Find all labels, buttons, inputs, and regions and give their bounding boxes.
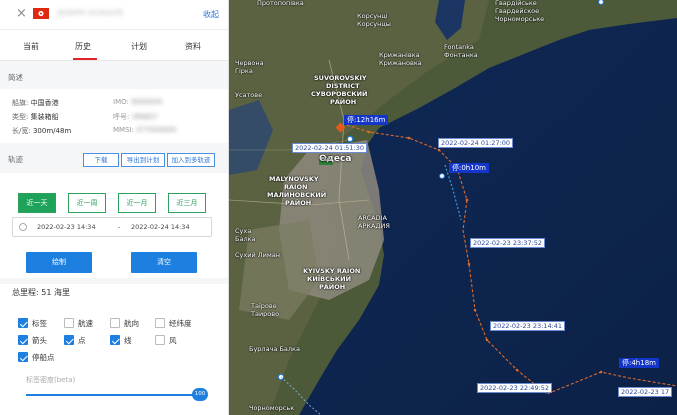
start-date: 2022-02-23 14:34 <box>37 223 96 231</box>
road-e95-label: E95 <box>321 157 332 163</box>
section-divider <box>0 278 228 284</box>
app-root: × JOSEPH SCHULTE 收起 当前 历史 计划 资料 简述 船旗: 中… <box>0 0 677 415</box>
track-time-label: 2022-02-24 01:27:00 <box>438 138 514 148</box>
date-dash: - <box>118 223 121 231</box>
tab-profile[interactable]: 资料 <box>185 41 201 52</box>
tab-current[interactable]: 当前 <box>23 41 39 52</box>
date-range-input[interactable]: 2022-02-23 14:34 - 2022-02-24 14:34 <box>12 217 212 237</box>
speed-checkbox[interactable] <box>64 318 74 328</box>
track-header: 轨迹 下载 导出到计划 加入到多轨迹 <box>0 143 228 173</box>
place-label: АРКАДИЯ <box>358 222 390 230</box>
arrows-option-label: 箭头 <box>32 336 47 345</box>
satellite-map[interactable]: Протопопівка Корсунці Корсунцы Гвардійсь… <box>229 0 677 415</box>
speed-option-label: 航速 <box>78 319 93 328</box>
place-label: Фонтанка <box>444 51 478 59</box>
panel-header: × JOSEPH SCHULTE 收起 <box>0 0 228 30</box>
vessel-info: 船旗: 中国香港 类型: 集装箱船 长/宽: 300m/48m IMO: 900… <box>0 89 228 143</box>
active-tab-indicator <box>73 58 97 60</box>
download-button[interactable]: 下载 <box>83 153 119 167</box>
label-density-slider[interactable] <box>26 394 200 396</box>
points-checkbox[interactable] <box>64 335 74 345</box>
add-multi-track-button[interactable]: 加入到多轨迹 <box>167 153 215 167</box>
points-option-label: 点 <box>78 336 86 345</box>
heading-option-label: 航向 <box>124 319 139 328</box>
track-time-label: 2022-02-23 23:14:41 <box>490 321 566 331</box>
overview-title: 简述 <box>0 61 228 89</box>
imo-row: IMO: 9000000 <box>113 98 163 106</box>
range-1week-button[interactable]: 近一周 <box>68 193 106 213</box>
labels-checkbox[interactable] <box>18 318 28 328</box>
place-label: Бурлача Балка <box>249 345 300 353</box>
size-row: 长/宽: 300m/48m <box>12 127 72 135</box>
district-label: РАЙОН <box>330 98 357 106</box>
track-time-label: 2022-02-23 22:49:52 <box>477 383 553 393</box>
arrows-checkbox[interactable] <box>18 335 28 345</box>
type-row: 类型: 集装箱船 <box>12 113 59 121</box>
place-label: Крижановка <box>379 59 422 67</box>
district-label: РАЙОН <box>319 283 346 291</box>
flag-hongkong-icon <box>33 8 49 19</box>
labels-option-label: 标签 <box>32 319 47 328</box>
track-title: 轨迹 <box>8 155 23 164</box>
stops-option-label: 停船点 <box>32 353 55 362</box>
stop-label[interactable]: 停:12h16m <box>344 115 389 125</box>
wind-option-label: 风 <box>169 336 177 345</box>
callsign-row: 呼号: VRWD7 <box>113 113 158 121</box>
clock-icon <box>19 223 27 231</box>
place-label: Чорноморськ <box>249 404 295 412</box>
label-density-handle[interactable]: 100 <box>192 388 208 401</box>
track-time-label: 2022-02-24 01:51:30 <box>292 143 368 153</box>
label-density-label: 标签密度(beta) <box>26 376 76 384</box>
range-1month-button[interactable]: 近一月 <box>118 193 156 213</box>
heading-checkbox[interactable] <box>110 318 120 328</box>
tab-plan[interactable]: 计划 <box>131 41 147 52</box>
mmsi-row: MMSI: 477000000 <box>113 126 177 134</box>
place-label: Балка <box>235 235 256 243</box>
panel-tabs: 当前 历史 计划 资料 <box>0 30 228 61</box>
flag-row: 船旗: 中国香港 <box>12 99 59 107</box>
place-label: Усатове <box>235 91 263 99</box>
lines-checkbox[interactable] <box>110 335 120 345</box>
place-label: Чорноморське <box>495 15 545 23</box>
collapse-link[interactable]: 收起 <box>203 9 219 20</box>
stop-label[interactable]: 停:4h18m <box>619 358 659 368</box>
close-icon[interactable]: × <box>16 7 27 21</box>
track-time-label: 2022-02-23 23:37:52 <box>470 238 546 248</box>
range-1day-button[interactable]: 近一天 <box>18 193 56 213</box>
wind-checkbox[interactable] <box>155 335 165 345</box>
vessel-panel: × JOSEPH SCHULTE 收起 当前 历史 计划 资料 简述 船旗: 中… <box>0 0 229 415</box>
place-label: Гірка <box>235 67 253 75</box>
place-label: Сухий Лиман <box>235 251 280 259</box>
clear-button[interactable]: 清空 <box>131 252 197 273</box>
draw-button[interactable]: 绘制 <box>26 252 92 273</box>
place-label: Таирово <box>251 310 280 318</box>
export-plan-button[interactable]: 导出到计划 <box>121 153 165 167</box>
total-distance: 总里程: 51 海里 <box>12 288 70 297</box>
lines-option-label: 线 <box>124 336 132 345</box>
range-3month-button[interactable]: 近三月 <box>168 193 206 213</box>
latlon-checkbox[interactable] <box>155 318 165 328</box>
stop-label[interactable]: 停:0h10m <box>449 163 489 173</box>
tab-history[interactable]: 历史 <box>75 41 91 52</box>
district-label: РАЙОН <box>285 199 312 207</box>
place-label: Корсунцы <box>357 20 391 28</box>
place-label: Протопопівка <box>257 0 304 7</box>
end-date: 2022-02-24 14:34 <box>131 223 190 231</box>
track-time-label: 2022-02-23 17 <box>618 387 673 397</box>
latlon-option-label: 经纬度 <box>169 319 192 328</box>
vessel-name: JOSEPH SCHULTE <box>57 9 124 17</box>
stops-checkbox[interactable] <box>18 352 28 362</box>
